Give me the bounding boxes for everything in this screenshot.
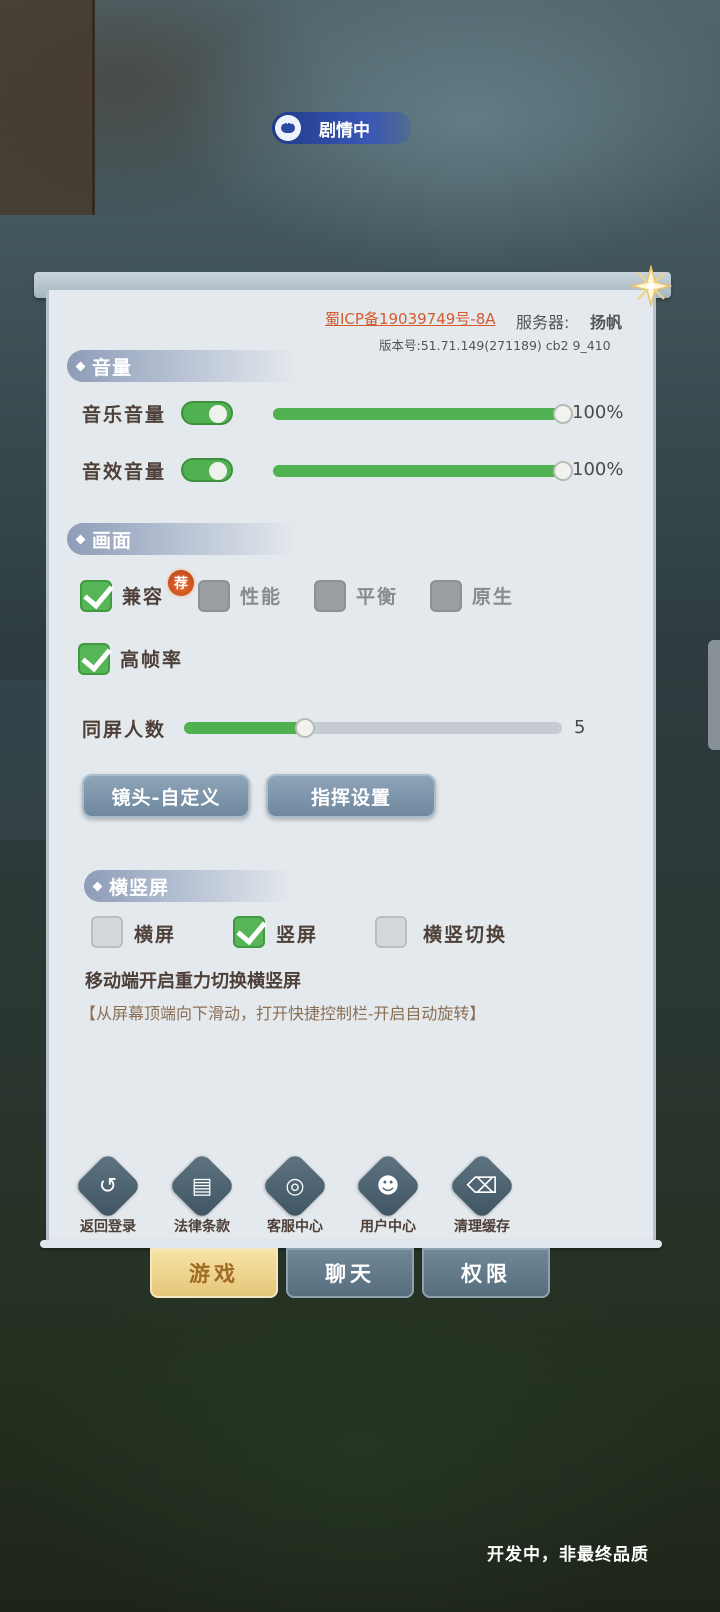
command-settings-button[interactable]: 指挥设置 — [266, 774, 436, 818]
toggle-knob — [209, 462, 227, 480]
sfx-volume-label: 音效音量 — [82, 461, 167, 483]
quality-compat-checkbox[interactable] — [80, 580, 112, 612]
background-building — [0, 680, 48, 840]
portrait-label: 竖屏 — [276, 924, 319, 946]
panel-bottom-rod — [40, 1240, 662, 1248]
clear-cache-label: 清理缓存 — [454, 1219, 510, 1235]
landscape-checkbox[interactable] — [91, 916, 123, 948]
side-handle[interactable] — [708, 640, 720, 750]
camera-custom-button[interactable]: 镜头-自定义 — [82, 774, 250, 818]
user-center-button[interactable]: ☻ 用户中心 — [344, 1152, 432, 1236]
story-status-pill[interactable]: 剧情中 — [272, 112, 412, 144]
music-volume-handle[interactable] — [553, 404, 573, 424]
close-icon[interactable] — [630, 265, 672, 307]
quality-performance-label: 性能 — [240, 586, 283, 608]
story-status-label: 剧情中 — [319, 120, 370, 141]
diamond-icon — [92, 881, 103, 891]
server-label: 服务器: — [516, 313, 570, 332]
chat-bubble-icon — [275, 115, 301, 141]
icp-link[interactable]: 蜀ICP备19039749号-8A — [325, 308, 496, 329]
players-on-screen-fill — [184, 722, 305, 734]
orientation-hint-title: 移动端开启重力切换横竖屏 — [85, 971, 301, 992]
server-value: 扬帆 — [590, 313, 623, 332]
broom-icon: ⌫ — [448, 1152, 516, 1220]
auto-rotate-label: 横竖切换 — [423, 924, 508, 946]
sfx-volume-fill — [273, 465, 563, 477]
document-icon: ▤ — [168, 1152, 236, 1220]
section-header-graphics: 画面 — [67, 523, 297, 555]
music-volume-value: 100% — [572, 402, 624, 423]
players-on-screen-label: 同屏人数 — [82, 719, 167, 741]
music-volume-fill — [273, 408, 563, 420]
version-text: 版本号:51.71.149(271189) cb2 9_410 — [379, 338, 611, 353]
quality-native-checkbox[interactable] — [430, 580, 462, 612]
headset-icon: ◎ — [261, 1152, 329, 1220]
section-header-volume: 音量 — [67, 350, 297, 382]
section-title-orientation: 横竖屏 — [109, 876, 170, 899]
clear-cache-button[interactable]: ⌫ 清理缓存 — [438, 1152, 526, 1236]
section-title-volume: 音量 — [92, 356, 133, 379]
user-center-label: 用户中心 — [360, 1219, 416, 1235]
diamond-icon — [75, 534, 86, 544]
tab-chat[interactable]: 聊天 — [286, 1248, 414, 1298]
customer-service-button[interactable]: ◎ 客服中心 — [251, 1152, 339, 1236]
return-login-icon: ↺ — [74, 1152, 142, 1220]
landscape-label: 横屏 — [134, 924, 177, 946]
settings-panel — [46, 290, 656, 1244]
sfx-volume-toggle[interactable] — [181, 458, 233, 482]
quality-balanced-checkbox[interactable] — [314, 580, 346, 612]
tab-game[interactable]: 游戏 — [150, 1248, 278, 1298]
quality-balanced-label: 平衡 — [356, 586, 399, 608]
high-fps-checkbox[interactable] — [78, 643, 110, 675]
quality-compat-label: 兼容 — [122, 586, 165, 608]
sfx-volume-slider[interactable] — [273, 461, 573, 481]
dev-watermark: 开发中，非最终品质 — [487, 1545, 649, 1565]
return-login-label: 返回登录 — [80, 1219, 136, 1235]
tab-permissions[interactable]: 权限 — [422, 1248, 550, 1298]
user-icon: ☻ — [354, 1152, 422, 1220]
recommended-badge: 荐 — [168, 570, 194, 596]
music-volume-toggle[interactable] — [181, 401, 233, 425]
sfx-volume-handle[interactable] — [553, 461, 573, 481]
sfx-volume-value: 100% — [572, 459, 624, 480]
legal-terms-label: 法律条款 — [174, 1219, 230, 1235]
portrait-checkbox[interactable] — [233, 916, 265, 948]
background-building — [0, 0, 95, 215]
quality-performance-checkbox[interactable] — [198, 580, 230, 612]
orientation-hint-subtitle: 【从屏幕顶端向下滑动，打开快捷控制栏-开启自动旋转】 — [80, 1004, 486, 1023]
legal-terms-button[interactable]: ▤ 法律条款 — [158, 1152, 246, 1236]
section-header-orientation: 横竖屏 — [84, 870, 294, 902]
music-volume-slider[interactable] — [273, 404, 573, 424]
toggle-knob — [209, 405, 227, 423]
players-on-screen-slider[interactable] — [184, 718, 562, 738]
players-on-screen-value: 5 — [574, 717, 586, 738]
quality-native-label: 原生 — [472, 586, 515, 608]
customer-service-label: 客服中心 — [267, 1219, 323, 1235]
section-title-graphics: 画面 — [92, 529, 133, 552]
return-login-button[interactable]: ↺ 返回登录 — [64, 1152, 152, 1236]
music-volume-label: 音乐音量 — [82, 404, 167, 426]
diamond-icon — [75, 361, 86, 371]
players-on-screen-handle[interactable] — [294, 718, 315, 738]
auto-rotate-checkbox[interactable] — [375, 916, 407, 948]
high-fps-label: 高帧率 — [120, 649, 184, 671]
